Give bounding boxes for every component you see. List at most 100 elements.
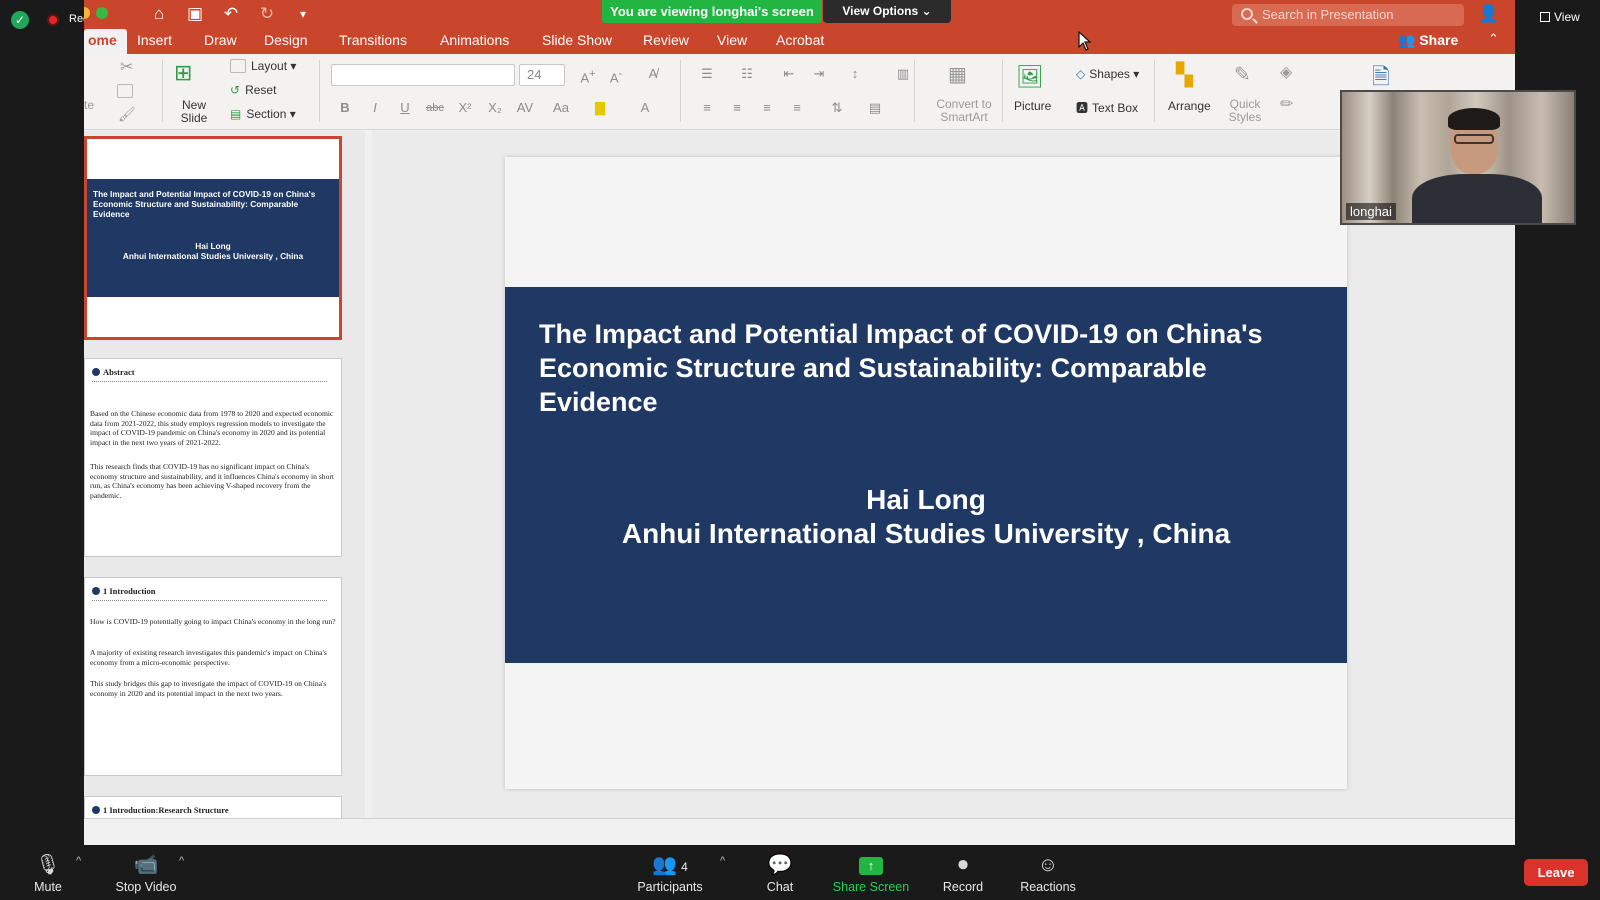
undo-icon[interactable]: ↶ <box>220 3 242 25</box>
security-shield-icon[interactable]: ✓ <box>11 11 29 29</box>
participants-button[interactable]: 👥 4 Participants <box>632 845 708 900</box>
tab-home[interactable]: ome <box>84 29 127 54</box>
tab-design[interactable]: Design <box>264 29 308 54</box>
audio-options-caret-icon[interactable]: ^ <box>76 855 81 867</box>
change-case-icon[interactable]: Aa <box>550 98 572 118</box>
smartart-icon[interactable]: ▦ <box>948 62 967 87</box>
tab-transitions[interactable]: Transitions <box>339 29 407 54</box>
account-icon[interactable]: 👤 <box>1478 3 1500 25</box>
justify-icon[interactable]: ≡ <box>786 98 808 118</box>
increase-indent-icon[interactable]: ⇥ <box>808 64 830 84</box>
bullets-icon[interactable]: ☰ <box>696 64 718 84</box>
slide-thumbnail-2[interactable]: Abstract Based on the Chinese economic d… <box>84 358 342 557</box>
font-color-icon[interactable]: A <box>634 98 656 118</box>
font-size-field[interactable]: 24 <box>519 64 565 86</box>
stop-video-button[interactable]: 📹 Stop Video <box>106 845 186 900</box>
current-slide[interactable]: The Impact and Potential Impact of COVID… <box>505 157 1347 789</box>
clear-format-icon[interactable]: A̸ <box>642 64 664 84</box>
slide-editing-area[interactable]: The Impact and Potential Impact of COVID… <box>372 131 1515 845</box>
bold-icon[interactable]: B <box>334 98 356 118</box>
shapes-button[interactable]: ◇ Shapes ▾ <box>1076 67 1139 81</box>
slide-thumbnail-3[interactable]: 1 Introduction How is COVID-19 potential… <box>84 577 342 776</box>
increase-font-icon[interactable]: A+ <box>577 64 599 85</box>
home-icon[interactable]: ⌂ <box>148 3 170 25</box>
chat-button[interactable]: 💬 Chat <box>760 845 800 900</box>
view-options-button[interactable]: View Options ⌄ <box>823 0 951 23</box>
copy-icon[interactable] <box>117 84 133 98</box>
slide-thumbnails-panel[interactable]: The Impact and Potential Impact of COVID… <box>84 131 365 845</box>
tab-slide-show[interactable]: Slide Show <box>542 29 612 54</box>
paste-label[interactable]: te <box>84 98 94 112</box>
arrange-icon[interactable]: ▚ <box>1176 62 1193 88</box>
slide-title[interactable]: The Impact and Potential Impact of COVID… <box>539 317 1319 419</box>
strikethrough-icon[interactable]: abc <box>424 98 446 118</box>
highlight-icon[interactable]: ▇ <box>589 98 611 118</box>
align-center-icon[interactable]: ≡ <box>726 98 748 118</box>
line-spacing-icon[interactable]: ↕ <box>844 64 866 84</box>
new-slide-button[interactable]: New Slide <box>179 99 209 125</box>
align-left-icon[interactable]: ≡ <box>696 98 718 118</box>
tab-draw[interactable]: Draw <box>204 29 237 54</box>
decrease-indent-icon[interactable]: ⇤ <box>778 64 800 84</box>
picture-button[interactable]: Picture <box>1014 99 1051 113</box>
numbering-icon[interactable]: ☷ <box>736 64 758 84</box>
italic-icon[interactable]: I <box>364 98 386 118</box>
align-right-icon[interactable]: ≡ <box>756 98 778 118</box>
collapse-ribbon-icon[interactable]: ⌃ <box>1488 31 1499 47</box>
view-button[interactable]: View <box>1540 10 1580 24</box>
shape-fill-icon[interactable]: ◈ <box>1280 62 1292 82</box>
new-slide-icon[interactable]: ⊞ <box>174 60 192 86</box>
participant-video-tile[interactable]: longhai <box>1340 90 1576 225</box>
slide-author[interactable]: Hai Long <box>505 483 1347 517</box>
underline-icon[interactable]: U <box>394 98 416 118</box>
font-name-field[interactable] <box>331 64 515 86</box>
align-text-icon[interactable]: ▤ <box>864 98 886 118</box>
video-options-caret-icon[interactable]: ^ <box>179 855 184 867</box>
redo-icon[interactable]: ↻ <box>256 3 278 25</box>
participants-options-caret-icon[interactable]: ^ <box>720 855 725 867</box>
zoom-window-icon[interactable] <box>96 7 108 19</box>
save-icon[interactable]: ▣ <box>184 3 206 25</box>
search-in-presentation[interactable]: Search in Presentation <box>1232 4 1464 26</box>
reactions-button[interactable]: ☺ Reactions <box>1018 845 1078 900</box>
section-button[interactable]: ▤ Section ▾ <box>230 107 296 121</box>
layout-button[interactable]: Layout ▾ <box>230 59 296 73</box>
record-button[interactable]: ⏺ Record <box>940 845 986 900</box>
participant-name-label: longhai <box>1346 203 1396 220</box>
screen: ✓ Recording ⌂ ▣ ↶ ↻ ▾ Search in Presenta… <box>0 0 1600 900</box>
quick-styles-button[interactable]: Quick Styles <box>1222 98 1268 124</box>
subscript-icon[interactable]: X₂ <box>484 98 506 118</box>
format-painter-icon[interactable]: 🖌 <box>118 106 136 123</box>
leave-button[interactable]: Leave <box>1524 859 1588 886</box>
columns-icon[interactable]: ▥ <box>892 64 914 84</box>
mute-button[interactable]: 🎙 Mute <box>28 845 68 900</box>
text-box-button[interactable]: 🅰 Text Box <box>1076 99 1138 116</box>
shape-outline-icon[interactable]: ✏ <box>1280 94 1293 114</box>
character-spacing-icon[interactable]: AV <box>514 98 536 118</box>
arrange-button[interactable]: Arrange <box>1168 99 1211 113</box>
cut-icon[interactable]: ✂ <box>120 57 133 77</box>
tab-insert[interactable]: Insert <box>137 29 172 54</box>
quick-styles-icon[interactable]: ✎ <box>1234 62 1251 87</box>
share-screen-button[interactable]: ↑ Share Screen <box>830 845 912 900</box>
slide-thumbnail-1[interactable]: The Impact and Potential Impact of COVID… <box>84 136 342 340</box>
layout-icon <box>230 59 246 73</box>
tab-view[interactable]: View <box>717 29 747 54</box>
share-label: Share <box>1419 32 1459 48</box>
tab-acrobat[interactable]: Acrobat <box>776 29 824 54</box>
reset-button[interactable]: ↺ Reset <box>230 83 276 97</box>
superscript-icon[interactable]: X² <box>454 98 476 118</box>
decrease-font-icon[interactable]: A- <box>605 64 627 85</box>
minimize-window-icon[interactable] <box>84 7 90 19</box>
share-screen-icon: ↑ <box>830 852 912 878</box>
thumbnail-rule <box>92 600 327 601</box>
tab-review[interactable]: Review <box>643 29 689 54</box>
share-button[interactable]: 👥 Share <box>1398 29 1458 51</box>
notes-pane[interactable] <box>84 818 1515 845</box>
tab-animations[interactable]: Animations <box>440 29 509 54</box>
text-direction-icon[interactable]: ⇅ <box>826 98 848 118</box>
convert-smartart-button[interactable]: Convert to SmartArt <box>932 98 996 124</box>
picture-icon[interactable]: 🖼 <box>1016 64 1044 90</box>
slide-affiliation[interactable]: Anhui International Studies University ,… <box>505 517 1347 551</box>
customize-qat-icon[interactable]: ▾ <box>292 3 314 25</box>
